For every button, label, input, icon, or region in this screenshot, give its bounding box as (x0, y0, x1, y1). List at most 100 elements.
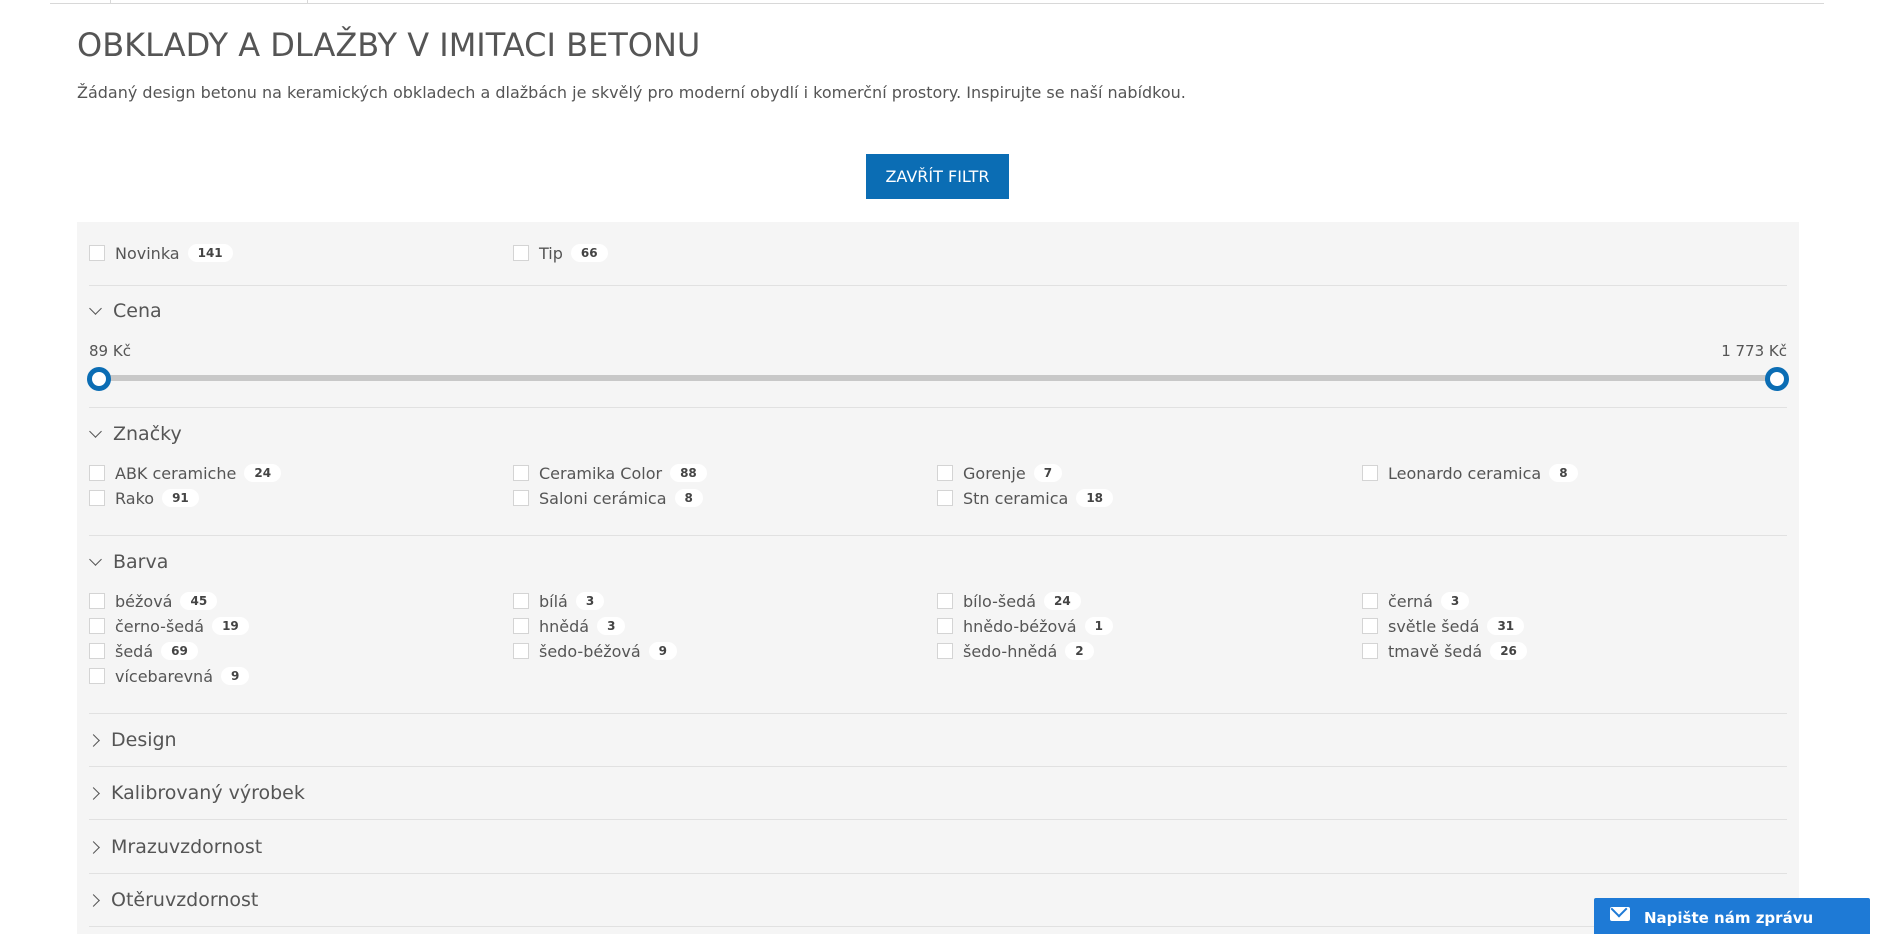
checkbox-label: Tip (539, 243, 563, 263)
divider (89, 285, 1787, 286)
count-badge: 3 (1440, 592, 1470, 610)
color-option[interactable]: hnědá 3 (513, 615, 626, 637)
section-title: Kalibrovaný výrobek (111, 782, 305, 804)
top-rule-tick (307, 0, 308, 4)
count-badge: 24 (244, 464, 282, 482)
checkbox[interactable] (937, 643, 953, 659)
checkbox-label: hnědá (539, 616, 590, 636)
checkbox[interactable] (937, 465, 953, 481)
checkbox[interactable] (1362, 465, 1378, 481)
chat-label: Napište nám zprávu (1644, 909, 1814, 927)
divider (89, 766, 1787, 767)
count-badge: 19 (212, 617, 249, 635)
color-option[interactable]: černo-šedá 19 (89, 615, 249, 637)
checkbox[interactable] (89, 465, 105, 481)
brand-option[interactable]: Ceramika Color 88 (513, 462, 707, 484)
chat-widget-button[interactable]: Napište nám zprávu (1594, 898, 1870, 934)
price-slider-min-handle[interactable] (87, 367, 111, 391)
checkbox[interactable] (513, 593, 529, 609)
checkbox[interactable] (89, 593, 105, 609)
color-option[interactable]: hnědo-béžová 1 (937, 615, 1113, 637)
filter-panel: Novinka 141 Tip 66 Cena 89 Kč 1 773 Kč Z… (77, 222, 1799, 934)
color-option[interactable]: šedo-béžová 9 (513, 640, 678, 662)
checkbox[interactable] (89, 490, 105, 506)
section-header-cena[interactable]: Cena (89, 300, 162, 322)
checkbox[interactable] (1362, 593, 1378, 609)
count-badge: 1 (1084, 617, 1113, 635)
checkbox[interactable] (1362, 618, 1378, 634)
checkbox-label: Stn ceramica (963, 488, 1069, 508)
count-badge: 2 (1065, 642, 1094, 660)
checkbox[interactable] (513, 465, 529, 481)
section-title: Design (111, 729, 177, 751)
brand-option[interactable]: Leonardo ceramica 8 (1362, 462, 1578, 484)
count-badge: 8 (1549, 464, 1578, 482)
filter-flag-novinka[interactable]: Novinka 141 (89, 242, 233, 264)
checkbox[interactable] (89, 245, 105, 261)
checkbox[interactable] (937, 490, 953, 506)
mail-icon (1610, 907, 1630, 921)
chevron-down-icon (89, 301, 102, 315)
count-badge: 69 (161, 642, 198, 660)
color-option[interactable]: šedo-hnědá 2 (937, 640, 1094, 662)
divider (89, 535, 1787, 536)
count-badge: 8 (674, 489, 703, 507)
chevron-right-icon (87, 786, 100, 800)
color-option[interactable]: bílá 3 (513, 590, 605, 612)
color-option[interactable]: šedá 69 (89, 640, 198, 662)
brand-option[interactable]: Stn ceramica 18 (937, 487, 1114, 509)
count-badge: 3 (575, 592, 605, 610)
brand-option[interactable]: ABK ceramiche 24 (89, 462, 282, 484)
price-slider-max-handle[interactable] (1765, 367, 1789, 391)
checkbox[interactable] (937, 593, 953, 609)
checkbox[interactable] (1362, 643, 1378, 659)
count-badge: 91 (162, 489, 199, 507)
divider (89, 873, 1787, 874)
checkbox[interactable] (513, 643, 529, 659)
checkbox[interactable] (89, 668, 105, 684)
chevron-down-icon (89, 424, 102, 438)
checkbox-label: Novinka (115, 243, 180, 263)
count-badge: 24 (1044, 592, 1081, 610)
color-option[interactable]: vícebarevná 9 (89, 665, 250, 687)
section-title: Otěruvzdornost (111, 889, 259, 911)
section-header-kalibrovany-vyrobek[interactable]: Kalibrovaný výrobek (87, 782, 305, 804)
checkbox-label: Gorenje (963, 463, 1026, 483)
section-header-oteruvzdornost[interactable]: Otěruvzdornost (87, 889, 259, 911)
top-rule (50, 0, 1824, 4)
section-header-znacky[interactable]: Značky (89, 423, 182, 445)
checkbox[interactable] (89, 643, 105, 659)
brand-option[interactable]: Saloni cerámica 8 (513, 487, 703, 509)
brand-option[interactable]: Rako 91 (89, 487, 199, 509)
section-header-barva[interactable]: Barva (89, 551, 168, 573)
color-option[interactable]: bílo-šedá 24 (937, 590, 1081, 612)
checkbox-label: bílo-šedá (963, 591, 1037, 611)
checkbox-label: bílá (539, 591, 568, 611)
section-header-mrazuvzdornost[interactable]: Mrazuvzdornost (87, 836, 262, 858)
checkbox-label: šedá (115, 641, 154, 661)
count-badge: 88 (670, 464, 707, 482)
section-header-design[interactable]: Design (87, 729, 177, 751)
close-filter-button[interactable]: ZAVŘÍT FILTR (866, 154, 1009, 199)
checkbox[interactable] (89, 618, 105, 634)
checkbox[interactable] (937, 618, 953, 634)
count-badge: 141 (187, 244, 233, 262)
chevron-down-icon (89, 552, 102, 566)
top-rule-tick (110, 0, 111, 4)
brand-option[interactable]: Gorenje 7 (937, 462, 1063, 484)
count-badge: 31 (1487, 617, 1525, 635)
price-slider-track[interactable] (99, 375, 1777, 381)
checkbox[interactable] (513, 245, 529, 261)
color-option[interactable]: černá 3 (1362, 590, 1470, 612)
count-badge: 26 (1490, 642, 1527, 660)
page-title: OBKLADY A DLAŽBY V IMITACI BETONU (77, 26, 701, 64)
checkbox-label: černo-šedá (115, 616, 205, 636)
filter-flag-tip[interactable]: Tip 66 (513, 242, 608, 264)
color-option[interactable]: béžová 45 (89, 590, 218, 612)
color-option[interactable]: světle šedá 31 (1362, 615, 1525, 637)
checkbox[interactable] (513, 490, 529, 506)
price-min-label: 89 Kč (89, 342, 131, 360)
checkbox[interactable] (513, 618, 529, 634)
color-option[interactable]: tmavě šedá 26 (1362, 640, 1527, 662)
count-badge: 9 (221, 667, 250, 685)
